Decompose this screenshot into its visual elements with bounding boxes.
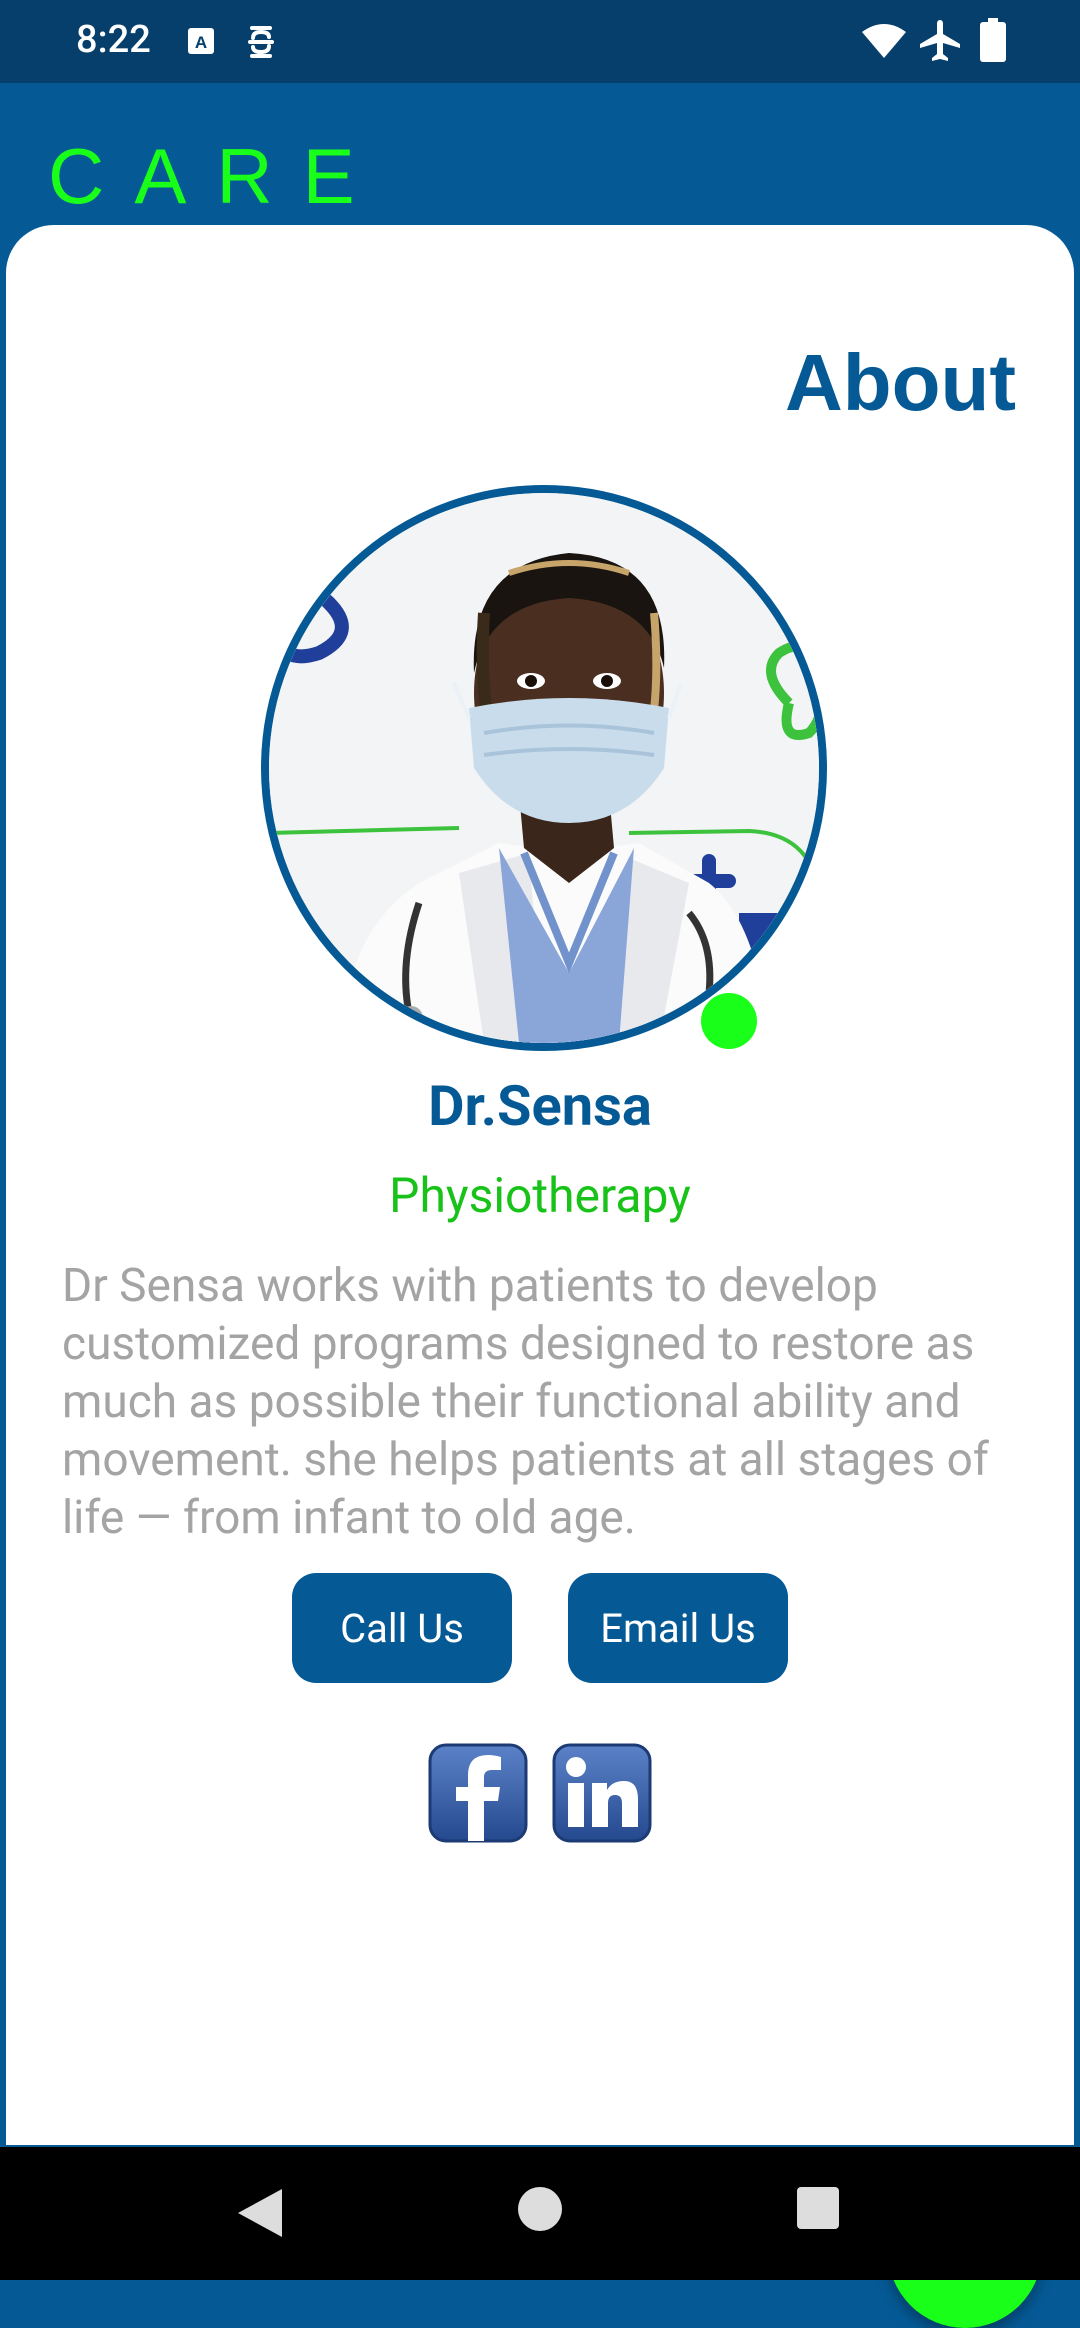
- doctor-name: Dr.Sensa: [428, 1073, 652, 1139]
- back-icon[interactable]: [236, 2187, 286, 2239]
- battery-icon: [980, 18, 1006, 62]
- doctor-photo: [269, 493, 819, 1043]
- page-title: About: [784, 338, 1016, 427]
- content-card: About Dr.Sensa Physiotherapy Dr Sensa wo…: [6, 225, 1074, 2328]
- home-button[interactable]: [518, 2187, 562, 2231]
- doctor-description: Dr Sensa works with patients to develop …: [62, 1259, 989, 1545]
- system-nav-bar: [0, 2147, 1080, 2280]
- app-header: CARE: [0, 83, 1080, 228]
- airplane-icon: [920, 20, 960, 61]
- facebook-icon[interactable]: [428, 1743, 528, 1843]
- online-status-dot: [701, 993, 757, 1049]
- notification-app-icon: [248, 26, 274, 58]
- doctor-specialty: Physiotherapy: [389, 1167, 691, 1224]
- wifi-icon: [862, 24, 906, 58]
- doctor-avatar: [261, 485, 827, 1051]
- call-us-button[interactable]: Call Us: [292, 1573, 512, 1683]
- status-bar: 8:22 A: [0, 0, 1080, 83]
- linkedin-icon[interactable]: [552, 1743, 652, 1843]
- svg-text:A: A: [195, 33, 207, 52]
- font-app-icon: A: [188, 28, 214, 54]
- email-us-button[interactable]: Email Us: [568, 1573, 788, 1683]
- status-time: 8:22: [76, 18, 151, 62]
- doctor-avatar-container: [261, 485, 827, 1051]
- brand-title: CARE: [48, 132, 385, 220]
- recents-button[interactable]: [797, 2187, 839, 2229]
